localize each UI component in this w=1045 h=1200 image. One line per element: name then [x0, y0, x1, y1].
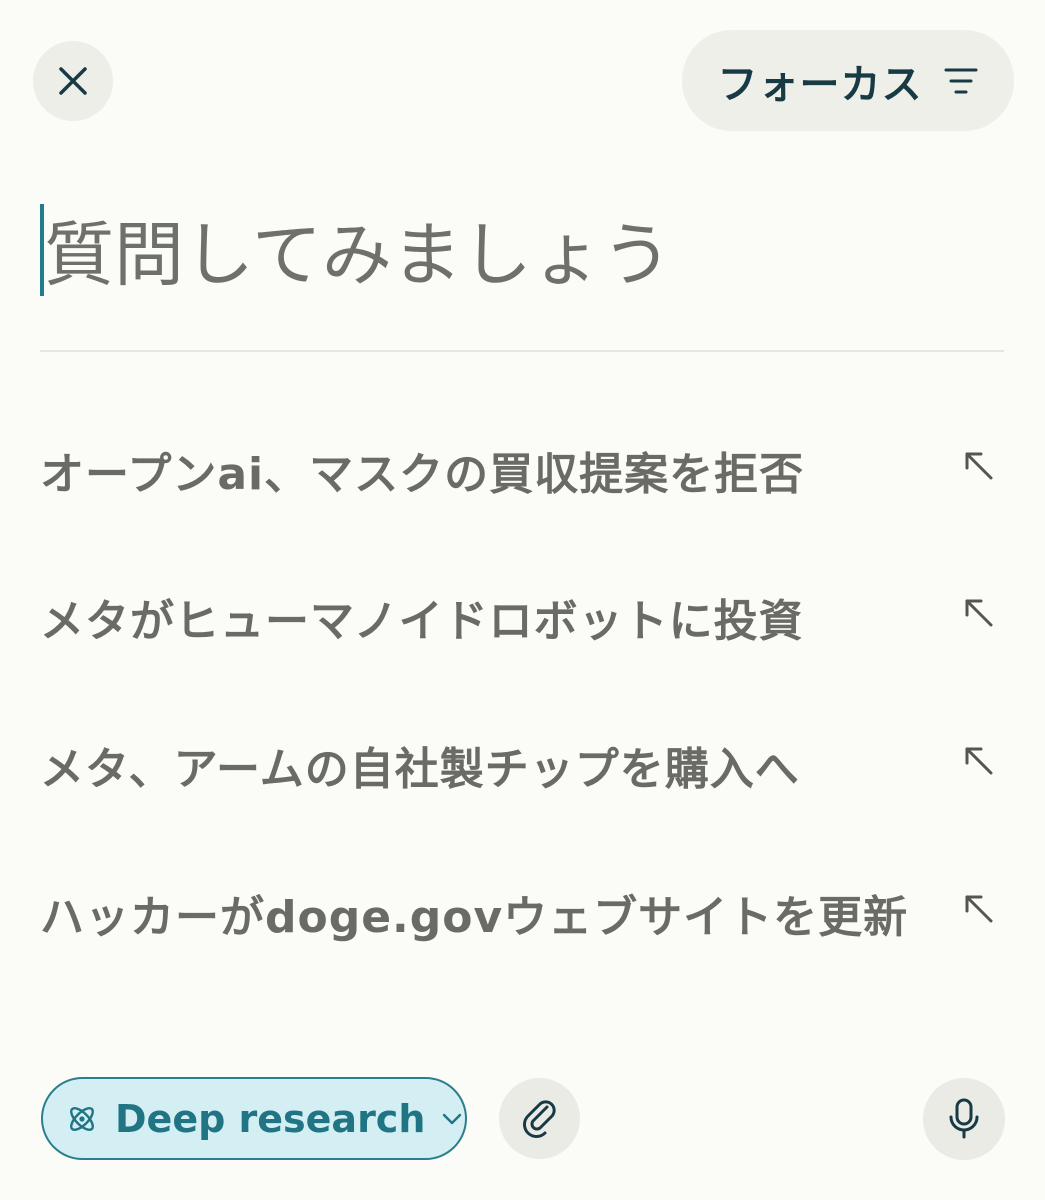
paperclip-icon — [519, 1098, 561, 1140]
deep-research-button[interactable]: Deep research — [41, 1077, 467, 1160]
suggestion-item[interactable]: オープンai、マスクの買収提案を拒否 — [40, 405, 1004, 535]
suggestion-label: メタがヒューマノイドロボットに投資 — [40, 596, 804, 647]
focus-button[interactable]: フォーカス — [682, 30, 1014, 131]
suggestion-item[interactable]: ハッカーがdoge.govウェブサイトを更新 — [40, 848, 1004, 978]
suggestion-label: オープンai、マスクの買収提案を拒否 — [40, 449, 805, 500]
focus-label: フォーカス — [717, 61, 923, 108]
attach-button[interactable] — [499, 1078, 580, 1159]
divider — [40, 350, 1004, 352]
arrow-up-left-icon — [958, 445, 998, 485]
suggestion-label: メタ、アームの自社製チップを購入へ — [40, 744, 800, 795]
text-caret — [40, 204, 44, 296]
close-icon — [56, 64, 90, 98]
chevron-down-icon — [441, 1111, 463, 1127]
suggestion-item[interactable]: メタ、アームの自社製チップを購入へ — [40, 700, 1004, 830]
suggestion-label: ハッカーがdoge.govウェブサイトを更新 — [40, 892, 909, 943]
suggestion-item[interactable]: メタがヒューマノイドロボットに投資 — [40, 552, 1004, 682]
close-button[interactable] — [33, 41, 113, 121]
arrow-up-left-icon — [958, 592, 998, 632]
microphone-button[interactable] — [923, 1078, 1005, 1160]
arrow-up-left-icon — [958, 888, 998, 928]
atom-icon — [65, 1102, 99, 1136]
prompt-input[interactable] — [40, 200, 1008, 310]
deep-research-label: Deep research — [115, 1096, 426, 1141]
filter-lines-icon — [943, 64, 979, 98]
microphone-icon — [944, 1097, 984, 1141]
arrow-up-left-icon — [958, 740, 998, 780]
prompt-area — [40, 200, 1008, 350]
